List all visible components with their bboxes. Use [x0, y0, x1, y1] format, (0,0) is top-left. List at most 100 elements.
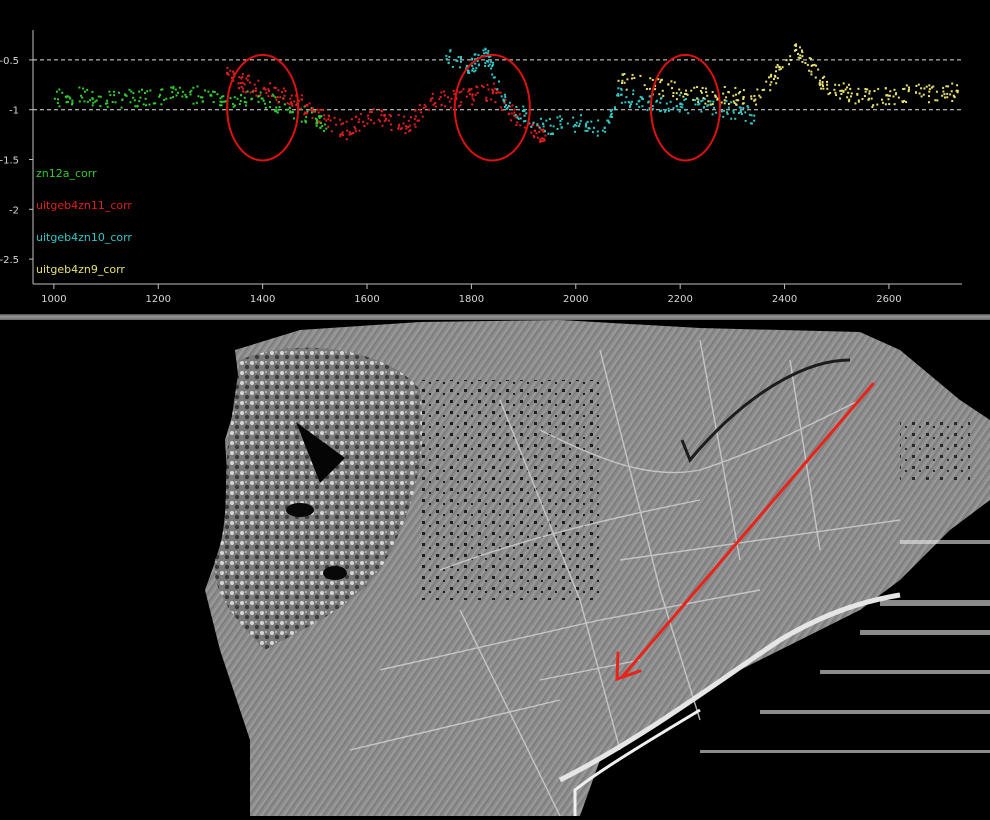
data-point	[226, 66, 229, 69]
data-point	[178, 86, 181, 89]
data-point	[389, 123, 392, 126]
data-point	[833, 88, 836, 91]
data-point	[460, 90, 463, 93]
data-point	[83, 100, 86, 103]
data-point	[185, 95, 188, 98]
data-point	[487, 50, 490, 53]
data-point	[664, 109, 667, 112]
data-point	[490, 67, 493, 70]
data-point	[884, 103, 887, 106]
data-point	[275, 106, 278, 109]
data-point	[544, 134, 547, 137]
data-point	[431, 92, 434, 95]
data-point	[275, 110, 278, 113]
data-point	[951, 82, 954, 85]
data-point	[413, 123, 416, 126]
data-point	[928, 84, 931, 87]
data-point	[510, 112, 513, 115]
y-tick-label: -2.5	[0, 255, 19, 266]
data-point	[513, 108, 516, 111]
data-point	[753, 114, 756, 117]
data-point	[928, 90, 931, 93]
y-tick-label: -1.5	[0, 156, 19, 167]
data-point	[822, 87, 825, 90]
data-point	[253, 83, 256, 86]
data-point	[274, 86, 277, 89]
data-point	[819, 79, 822, 82]
data-point	[322, 129, 325, 132]
data-point	[901, 100, 904, 103]
data-point	[658, 93, 661, 96]
data-point	[950, 90, 953, 93]
data-point	[574, 130, 577, 133]
data-point	[467, 90, 470, 93]
data-point	[262, 99, 265, 102]
data-point	[404, 132, 407, 135]
data-point	[834, 91, 837, 94]
data-point	[610, 116, 613, 119]
data-point	[556, 116, 559, 119]
x-tick-label: 1400	[250, 294, 275, 305]
data-point	[232, 70, 235, 73]
data-point	[400, 127, 403, 130]
data-point	[117, 91, 120, 94]
data-point	[468, 72, 471, 75]
data-point	[243, 83, 246, 86]
data-point	[772, 78, 775, 81]
data-point	[58, 88, 61, 91]
data-point	[746, 105, 749, 108]
data-point	[507, 113, 510, 116]
data-point	[226, 71, 229, 74]
data-point	[329, 119, 332, 122]
data-point	[64, 95, 67, 98]
data-point	[305, 115, 308, 118]
data-point	[487, 88, 490, 91]
data-point	[259, 91, 262, 94]
data-point	[111, 101, 114, 104]
data-point	[407, 119, 410, 122]
data-point	[679, 105, 682, 108]
data-point	[727, 102, 730, 105]
data-point	[559, 115, 562, 118]
data-point	[670, 87, 673, 90]
data-point	[560, 118, 563, 121]
data-point	[446, 96, 449, 99]
data-point	[270, 94, 273, 97]
data-point	[579, 119, 582, 122]
data-point	[484, 51, 487, 54]
data-point	[58, 105, 61, 108]
data-point	[675, 98, 678, 101]
data-point	[655, 100, 658, 103]
data-point	[257, 100, 260, 103]
data-point	[607, 119, 610, 122]
data-point	[238, 103, 241, 106]
data-point	[323, 117, 326, 120]
data-point	[789, 55, 792, 58]
data-point	[458, 91, 461, 94]
data-point	[801, 55, 804, 58]
data-point	[299, 107, 302, 110]
data-point	[578, 125, 581, 128]
data-point	[712, 100, 715, 103]
data-point	[521, 109, 524, 112]
data-point	[649, 77, 652, 80]
data-point	[857, 99, 860, 102]
data-point	[801, 60, 804, 63]
data-point	[734, 86, 737, 89]
data-point	[267, 88, 270, 91]
data-point	[136, 105, 139, 108]
data-point	[460, 101, 463, 104]
data-point	[575, 121, 578, 124]
data-point	[195, 101, 198, 104]
data-point	[918, 92, 921, 95]
data-point	[239, 99, 242, 102]
data-point	[907, 86, 910, 89]
data-point	[821, 81, 824, 84]
data-point	[465, 95, 468, 98]
data-point	[132, 96, 135, 99]
data-point	[429, 99, 432, 102]
data-point	[794, 44, 797, 47]
y-tick-label: -0.5	[0, 56, 19, 67]
data-point	[405, 127, 408, 130]
data-point	[826, 80, 829, 83]
